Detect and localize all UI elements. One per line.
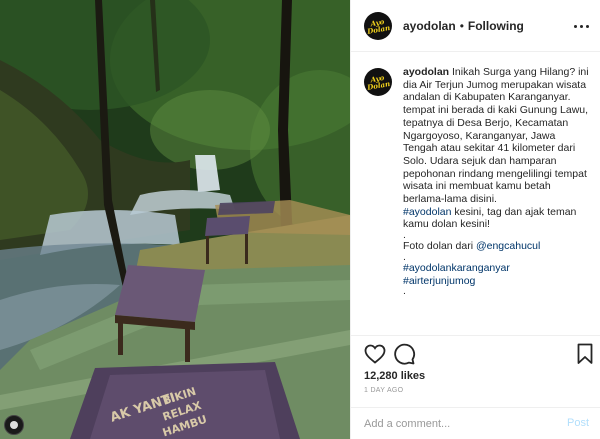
post-timestamp[interactable]: 1 DAY AGO [364, 387, 403, 394]
hashtag-3[interactable]: #airterjunjumog [403, 275, 475, 287]
caption-avatar[interactable]: Ayo Dolan [364, 68, 392, 96]
comment-bar: Post [351, 407, 600, 439]
header-separator: • [459, 18, 464, 33]
caption-avatar-logo-text: Ayo Dolan [366, 72, 391, 92]
hashtag-main[interactable]: #ayodolan [403, 206, 451, 218]
action-row [363, 342, 593, 366]
avatar[interactable]: Ayo Dolan [364, 11, 392, 40]
caption-area: Ayo Dolan ayodolan Inikah Surga yang Hil… [351, 52, 600, 335]
caption-text: ayodolan Inikah Surga yang Hilang? ini d… [403, 66, 591, 335]
hashtag-2[interactable]: #ayodolankaranganyar [403, 262, 510, 274]
likes-count[interactable]: 12,280 likes [364, 370, 425, 382]
post-details-panel: Ayo Dolan ayodolan • Following Ayo Dolan… [350, 0, 600, 439]
caption-dot-1: . [403, 229, 406, 242]
caption-username[interactable]: ayodolan [403, 66, 449, 78]
comment-input[interactable] [364, 416, 544, 432]
waterfall-scene: AK YANTI BIKIN RELAX HAMBU [0, 0, 350, 439]
header-username[interactable]: ayodolan [403, 19, 456, 33]
caption-dot-3: . [403, 285, 406, 298]
heart-icon[interactable] [363, 342, 387, 366]
photo-credit-user[interactable]: @engcahucul [476, 240, 540, 252]
post-photo[interactable]: AK YANTI BIKIN RELAX HAMBU [0, 0, 350, 439]
caption-intro: Inikah Surga yang Hilang? ini dia Air Te… [403, 66, 589, 206]
more-icon[interactable] [571, 16, 591, 36]
bookmark-icon[interactable] [573, 342, 597, 366]
tagged-user-icon[interactable] [4, 415, 24, 435]
post-comment-button[interactable]: Post [567, 417, 589, 429]
caption-dot-2: . [403, 250, 406, 263]
photo-credit-prefix: Foto dolan dari [403, 240, 476, 253]
post-header: Ayo Dolan ayodolan • Following [351, 0, 600, 52]
follow-button[interactable]: Following [468, 19, 524, 33]
comment-icon[interactable] [392, 342, 416, 366]
avatar-logo-text: Ayo Dolan [366, 16, 391, 36]
